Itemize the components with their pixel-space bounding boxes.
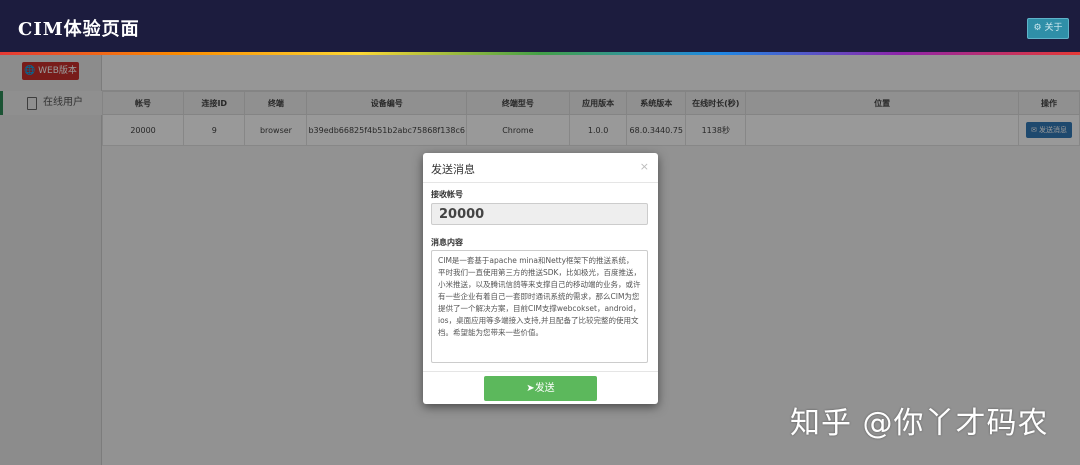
modal-footer: ➤发送 — [423, 371, 658, 405]
top-bar: CIM体验页面 ⚙ 关于 — [0, 0, 1080, 52]
close-icon[interactable]: × — [640, 160, 649, 173]
page-title: CIM体验页面 — [18, 19, 140, 40]
watermark: 知乎 @你丫才码农 — [790, 406, 1049, 441]
send-button-label: 发送 — [534, 383, 555, 394]
modal-header: 发送消息 × — [423, 153, 658, 183]
content-label: 消息内容 — [431, 238, 463, 247]
send-message-modal: 发送消息 × 接收帐号 20000 消息内容 CIM是一套基于apache mi… — [423, 153, 658, 404]
modal-title: 发送消息 — [431, 163, 475, 176]
send-button[interactable]: ➤发送 — [484, 376, 597, 401]
about-button[interactable]: ⚙ 关于 — [1027, 18, 1069, 39]
receiver-account-field[interactable]: 20000 — [431, 203, 648, 225]
message-content-textarea[interactable]: CIM是一套基于apache mina和Netty框架下的推送系统，平时我们一直… — [431, 250, 648, 363]
account-label: 接收帐号 — [431, 190, 463, 199]
about-label: 关于 — [1044, 23, 1063, 33]
